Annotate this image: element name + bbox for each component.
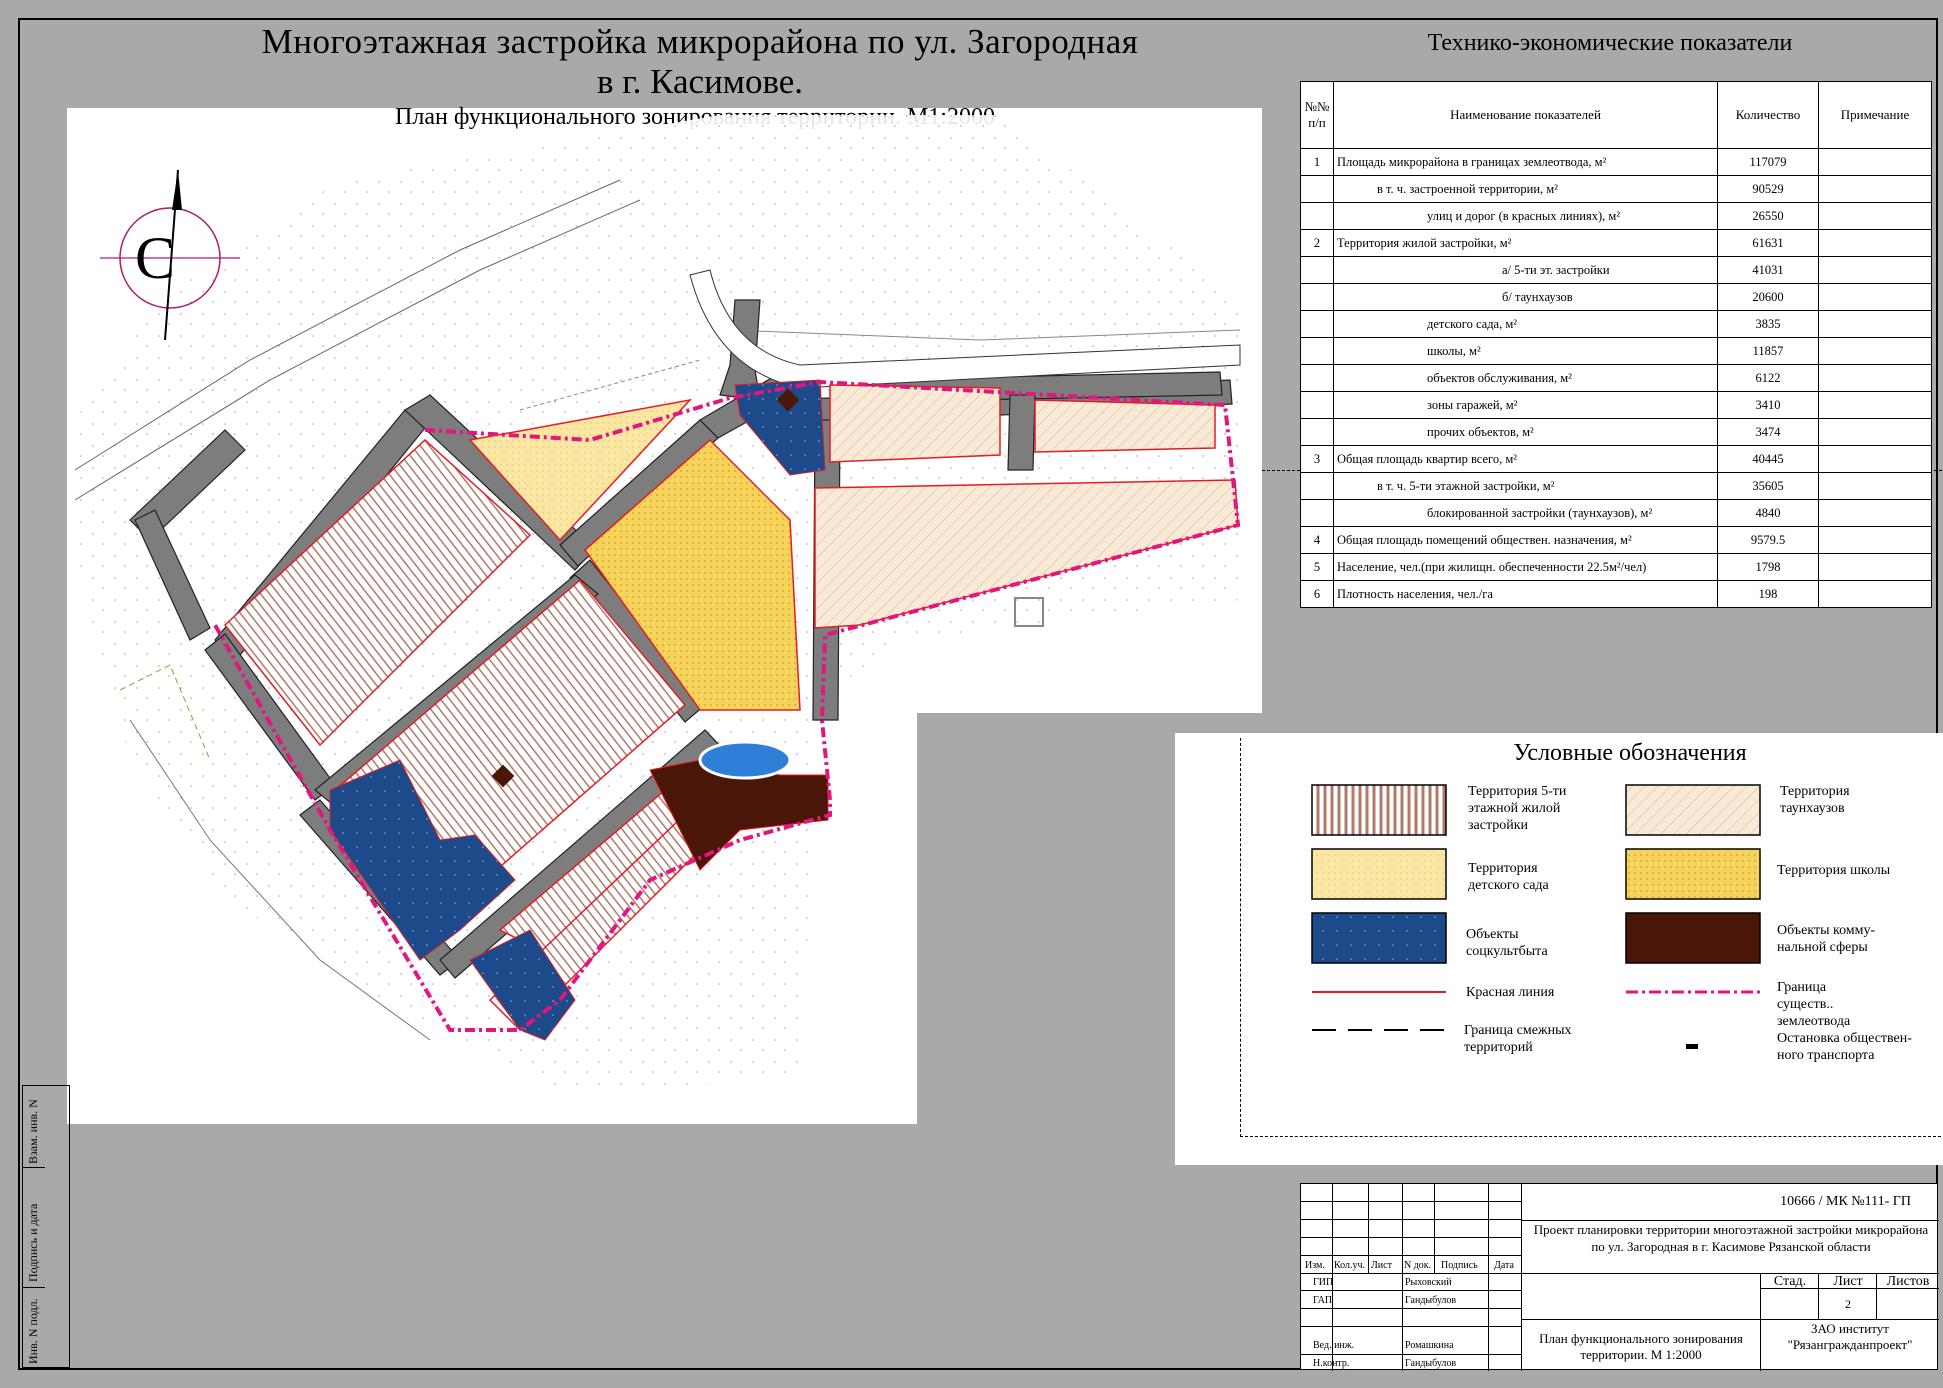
legend-swatch-bus-stop <box>1686 1044 1698 1049</box>
legend-swatch-school <box>1625 848 1761 900</box>
title-block: Изм. Кол.уч. Лист N док. Подпись Дата ГИ… <box>1300 1183 1939 1371</box>
legend-swatch-townhouse <box>1625 784 1761 836</box>
stamp-organization: ЗАО институт "Рязангражданпроект" <box>1787 1321 1913 1352</box>
stamp-code: 10666 / МК №111- ГП <box>1780 1194 1911 1209</box>
legend-label-townhouse: Территория таунхаузов <box>1780 784 1850 816</box>
stamp-col-list: Лист <box>1371 1260 1392 1271</box>
stamp-role: Н.контр. <box>1313 1358 1350 1369</box>
stamp-person: Рыховский <box>1405 1277 1452 1288</box>
legend-swatches <box>1311 784 1761 1049</box>
legend-swatch-kindergarten <box>1311 848 1447 900</box>
stamp-role: ГИП <box>1313 1277 1334 1288</box>
legend-label-five-storey: Территория 5-ти этажной жилой застройки <box>1468 784 1567 833</box>
stamp-sheet-title: План функционального зонирования террито… <box>1539 1331 1743 1362</box>
stamp-stage-label: Стад. <box>1773 1274 1807 1289</box>
legend-label-adjacent: Граница смежных территорий <box>1464 1023 1572 1055</box>
side-approval-strip: Взам. инв. N Подпись и дата Инв. N подл. <box>22 1085 70 1368</box>
stamp-col-podp: Подпись <box>1441 1260 1478 1271</box>
side-label-vzam: Взам. инв. N <box>26 1099 40 1164</box>
stamp-col-ndok: N док. <box>1404 1260 1432 1271</box>
legend-label-bus-stop: Остановка обществен- ного транспорта <box>1777 1031 1912 1063</box>
stamp-sheet-label: Лист <box>1833 1274 1863 1289</box>
stamp-sheets-label: Листов <box>1886 1274 1930 1289</box>
stamp-person: Гандыбулов <box>1405 1358 1457 1369</box>
legend-swatch-communal <box>1625 912 1761 964</box>
stamp-col-kol: Кол.уч. <box>1334 1260 1366 1271</box>
legend-label-red-line: Красная линия <box>1466 985 1555 1000</box>
legend-label-kindergarten: Территория детского сада <box>1468 861 1549 893</box>
legend-label-social: Объекты соцкультбыта <box>1466 927 1548 959</box>
legend-label-school: Территория школы <box>1777 863 1891 878</box>
stamp-col-data: Дата <box>1494 1260 1514 1271</box>
legend-label-communal: Объекты комму- нальной сферы <box>1777 923 1876 955</box>
stamp-role: Вед. инж. <box>1313 1340 1355 1351</box>
side-label-inv: Инв. N подл. <box>26 1298 40 1364</box>
stamp-person: Гандыбулов <box>1405 1295 1457 1306</box>
legend-swatch-social <box>1311 912 1447 964</box>
legend-label-boundary: Граница существ.. землеотвода <box>1777 980 1851 1029</box>
stamp-person: Ромашкина <box>1405 1340 1454 1351</box>
side-label-podp: Подпись и дата <box>26 1203 40 1282</box>
stamp-col-izm: Изм. <box>1305 1260 1325 1271</box>
stamp-project-title: Проект планировки территории многоэтажно… <box>1533 1222 1929 1254</box>
legend-swatch-five-storey <box>1311 784 1447 836</box>
stamp-sheet-number: 2 <box>1845 1297 1851 1311</box>
stamp-role: ГАП <box>1313 1295 1333 1306</box>
